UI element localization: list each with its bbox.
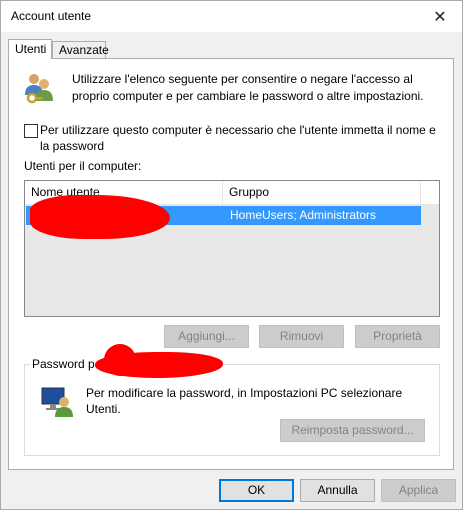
row-group: HomeUsers; Administrators bbox=[230, 208, 377, 222]
tab-utenti[interactable]: Utenti bbox=[8, 39, 52, 59]
ok-button[interactable]: OK bbox=[219, 479, 294, 502]
reset-password-button[interactable]: Reimposta password... bbox=[280, 419, 425, 442]
intro-text: Utilizzare l'elenco seguente per consent… bbox=[72, 72, 424, 103]
properties-button[interactable]: Proprietà bbox=[355, 325, 440, 348]
close-icon: ✕ bbox=[433, 8, 447, 26]
close-button[interactable]: ✕ bbox=[418, 1, 462, 32]
cancel-button[interactable]: Annulla bbox=[300, 479, 375, 502]
users-key-icon bbox=[25, 74, 53, 104]
users-list-label: Utenti per il computer: bbox=[24, 159, 142, 173]
apply-button[interactable]: Applica bbox=[381, 479, 456, 502]
redaction-mark bbox=[104, 344, 136, 376]
window-title: Account utente bbox=[11, 9, 92, 23]
remove-user-button[interactable]: Rimuovi bbox=[259, 325, 344, 348]
add-user-button[interactable]: Aggiungi... bbox=[164, 325, 249, 348]
require-login-checkbox[interactable] bbox=[24, 124, 38, 138]
password-text: Per modificare la password, in Impostazi… bbox=[86, 386, 403, 416]
tab-avanzate[interactable]: Avanzate bbox=[52, 41, 109, 59]
title-bar: Account utente ✕ bbox=[1, 1, 462, 32]
pc-user-icon bbox=[41, 387, 73, 417]
redaction-mark bbox=[30, 195, 170, 239]
require-login-label[interactable]: Per utilizzare questo computer è necessa… bbox=[40, 122, 440, 154]
column-header-group[interactable]: Gruppo bbox=[223, 181, 421, 204]
